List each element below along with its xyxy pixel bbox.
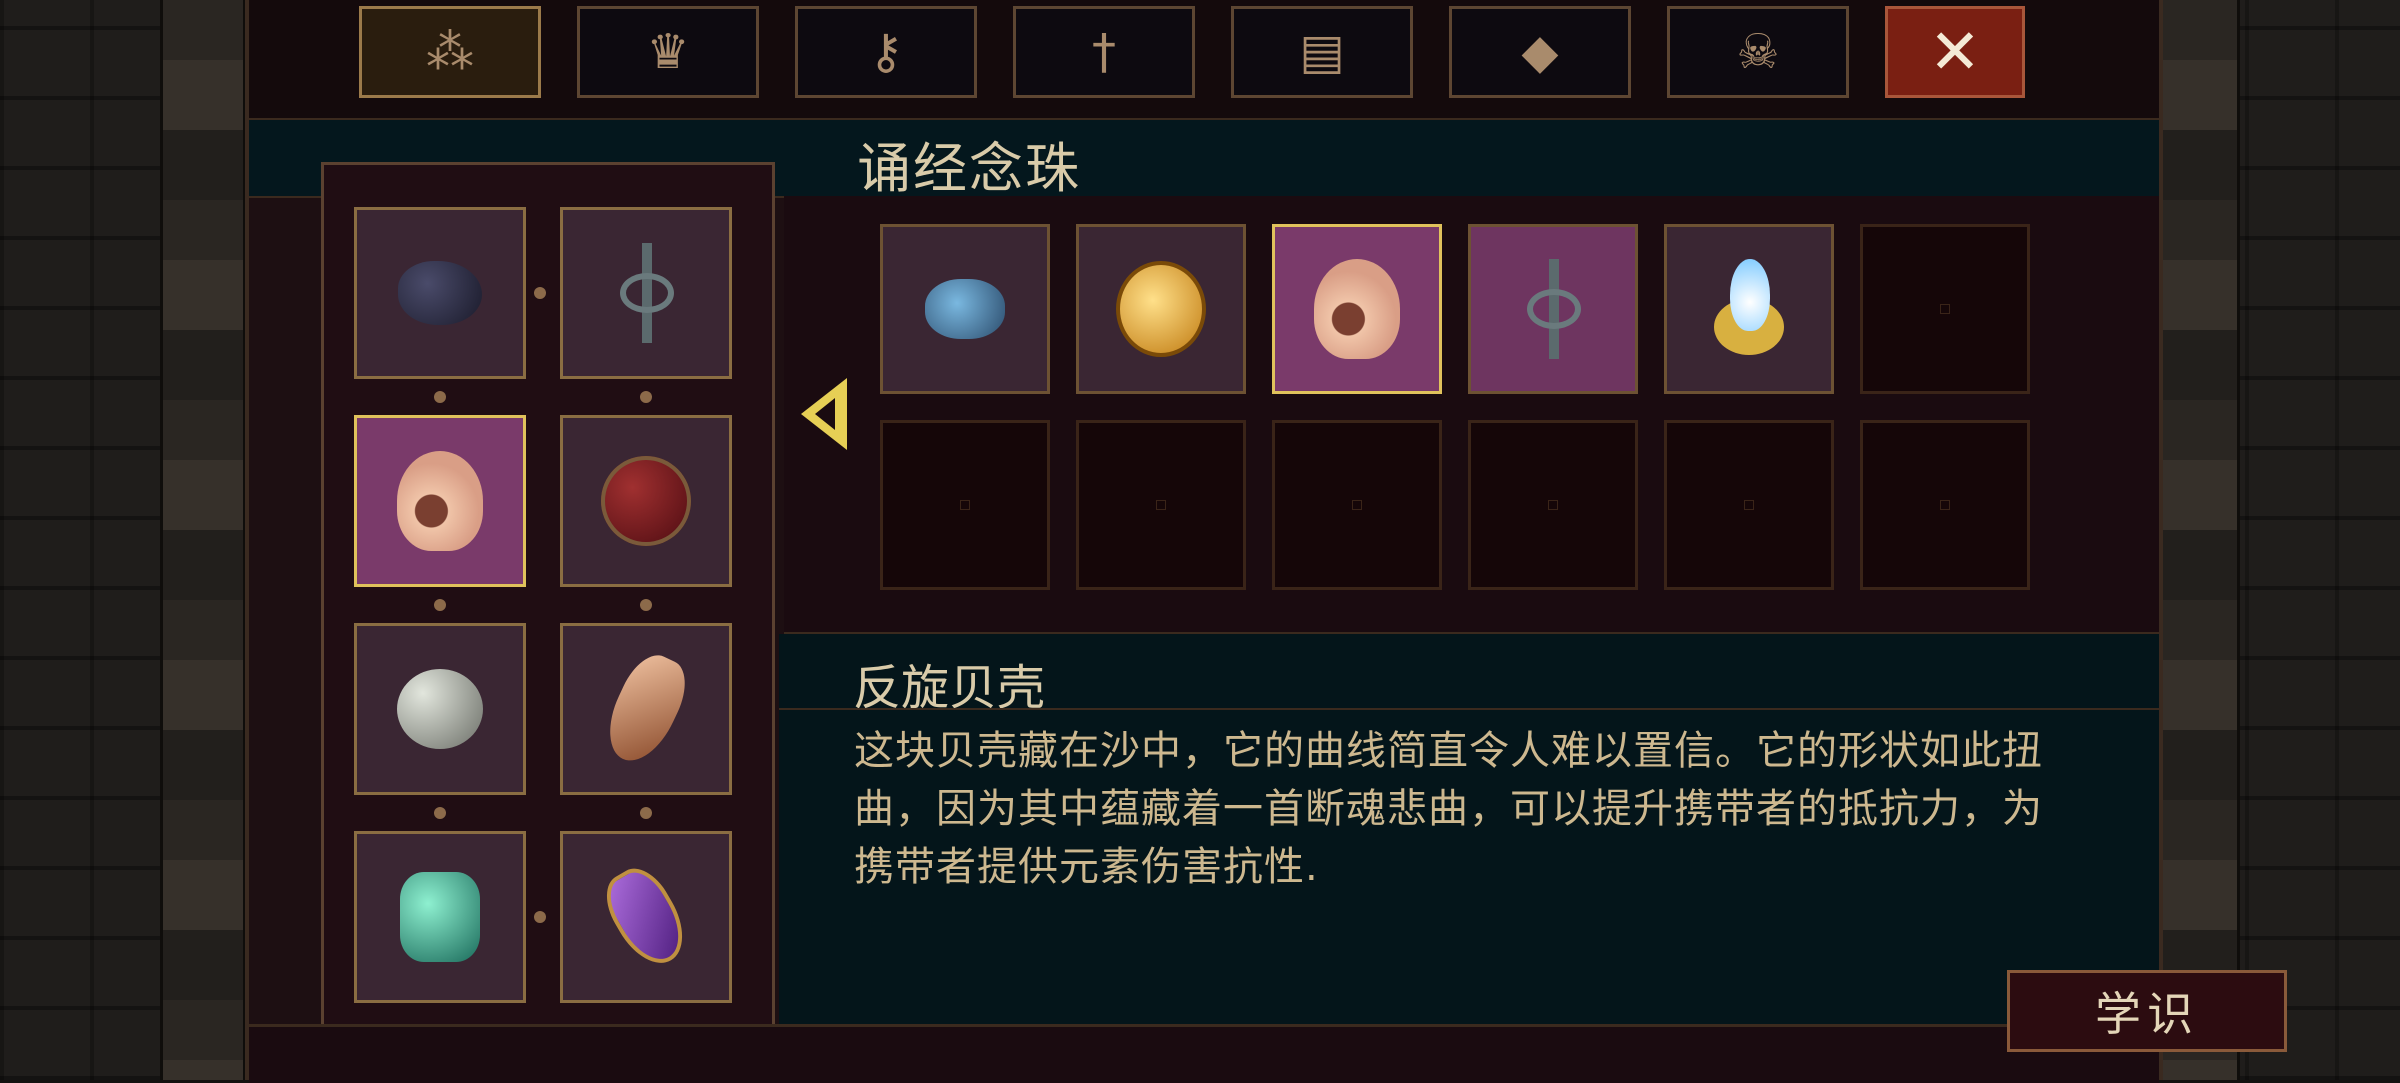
empty-slot-mark — [1744, 500, 1754, 510]
equipped-slot-2[interactable] — [560, 207, 732, 379]
tab-rosary-beads[interactable]: ⁂ — [359, 6, 541, 98]
crown-icon: ♛ — [646, 24, 690, 80]
diamond-icon: ◆ — [1521, 24, 1559, 80]
inventory-slot-7[interactable] — [880, 420, 1050, 590]
bead-link-dot — [434, 599, 446, 611]
learn-button[interactable]: 学识 — [2007, 970, 2287, 1052]
inventory-slot-5[interactable] — [1664, 224, 1834, 394]
inventory-slot-11[interactable] — [1664, 420, 1834, 590]
tab-bar: ⁂ ♛ ⚷ † ▤ ◆ ☠ ✕ — [249, 0, 2159, 121]
tab-weapon[interactable]: † — [1013, 6, 1195, 98]
purple-amulet-icon — [595, 858, 697, 976]
carved-pillar-right — [2154, 0, 2240, 1080]
feather-charm-icon — [595, 646, 697, 772]
equipped-slot-4[interactable] — [560, 415, 732, 587]
skull-icon: ☠ — [1736, 24, 1780, 80]
inventory-panel: ⁂ ♛ ⚷ † ▤ ◆ ☠ ✕ 诵经念珠 反旋贝壳 这块贝壳藏在沙中，它的曲线简… — [245, 0, 2287, 1083]
key-icon: ⚷ — [868, 24, 904, 80]
equipped-slot-7[interactable] — [354, 831, 526, 1003]
equipped-slot-5[interactable] — [354, 623, 526, 795]
grey-pearl-icon — [397, 669, 483, 749]
bead-link-dot — [434, 391, 446, 403]
inventory-slot-6[interactable] — [1860, 224, 2030, 394]
equipped-slot-1[interactable] — [354, 207, 526, 379]
section-title: 诵经念珠 — [857, 137, 1081, 200]
divider — [779, 708, 2159, 710]
tab-skulls[interactable]: ☠ — [1667, 6, 1849, 98]
bead-link-dot — [434, 807, 446, 819]
page-left-arrow-icon[interactable] — [801, 378, 847, 450]
inventory-slot-8[interactable] — [1076, 420, 1246, 590]
spiral-shell-icon — [1314, 259, 1400, 359]
equipped-slot-3[interactable] — [354, 415, 526, 587]
red-sphere-icon — [601, 456, 691, 546]
green-gem-icon — [400, 872, 480, 962]
tab-keys[interactable]: ⚷ — [795, 6, 977, 98]
blue-stone-icon — [925, 279, 1005, 339]
item-description: 这块贝壳藏在沙中，它的曲线简直令人难以置信。它的形状如此扭曲，因为其中蕴藏着一首… — [854, 728, 2043, 890]
tab-relics[interactable]: ♛ — [577, 6, 759, 98]
empty-slot-mark — [1548, 500, 1558, 510]
equipped-slot-8[interactable] — [560, 831, 732, 1003]
inventory-slot-2[interactable] — [1076, 224, 1246, 394]
bead-link-dot — [640, 391, 652, 403]
bead-link-dot — [640, 807, 652, 819]
bead-link-dot — [534, 287, 546, 299]
bead-link-dot — [640, 599, 652, 611]
bead-link-dot — [534, 911, 546, 923]
carved-pillar-left — [160, 0, 246, 1080]
empty-slot-mark — [1352, 500, 1362, 510]
book-icon: ▤ — [1299, 24, 1345, 80]
inventory-slot-10[interactable] — [1468, 420, 1638, 590]
close-icon: ✕ — [1929, 15, 1981, 88]
tab-book[interactable]: ▤ — [1231, 6, 1413, 98]
equipped-slot-6[interactable] — [560, 623, 732, 795]
bead-inventory-area — [784, 196, 2159, 635]
inventory-slot-3[interactable] — [1272, 224, 1442, 394]
iron-cross-icon — [616, 243, 676, 343]
inventory-slot-12[interactable] — [1860, 420, 2030, 590]
empty-slot-mark — [1940, 500, 1950, 510]
bottom-bar — [249, 1024, 2159, 1083]
gold-coin-icon — [1116, 261, 1206, 357]
empty-slot-mark — [960, 500, 970, 510]
sword-icon: † — [1092, 24, 1116, 80]
empty-slot-mark — [1156, 500, 1166, 510]
empty-slot-mark — [1940, 304, 1950, 314]
black-rock-icon — [398, 261, 482, 325]
inventory-slot-4[interactable] — [1468, 224, 1638, 394]
inventory-slot-1[interactable] — [880, 224, 1050, 394]
inventory-slot-9[interactable] — [1272, 420, 1442, 590]
spiral-shell-icon — [397, 451, 483, 551]
tab-close[interactable]: ✕ — [1885, 6, 2025, 98]
iron-cross-icon — [1523, 259, 1583, 359]
tab-prayers[interactable]: ◆ — [1449, 6, 1631, 98]
white-flame-orb-icon — [1704, 259, 1794, 359]
beads-icon: ⁂ — [426, 24, 474, 80]
equipped-beads-grid — [321, 162, 775, 1042]
